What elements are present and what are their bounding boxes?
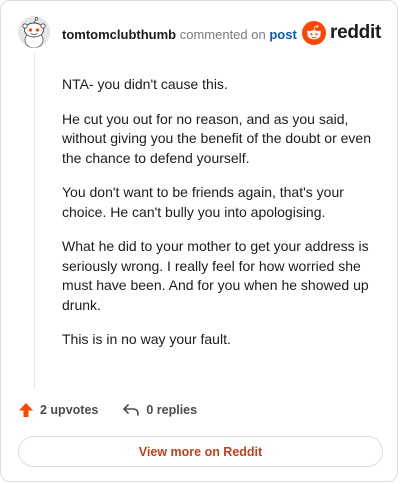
post-link[interactable]: post [269,27,296,42]
upvote-arrow-icon [19,403,33,417]
comment-paragraph: You don't want to be friends again, that… [62,184,344,220]
username-link[interactable]: tomtomclubthumb [62,27,176,42]
comment-embed-card: tomtomclubthumb commented on post reddit… [0,0,398,482]
reddit-snoo-icon [302,21,327,45]
comment-paragraph: What he did to your mother to get your a… [62,238,369,313]
thread-line[interactable] [34,53,35,389]
snoo-avatar-icon [18,16,50,48]
comment-paragraph: NTA- you didn't cause this. [62,76,228,92]
upvote-button[interactable]: 2 upvotes [18,402,98,418]
user-avatar[interactable] [18,16,50,48]
action-text: commented on [179,27,266,42]
view-more-button[interactable]: View more on Reddit [18,436,383,467]
reply-count: 0 replies [146,403,198,417]
reddit-logo[interactable]: reddit [302,21,381,45]
comment-actions: 2 upvotes 0 replies [18,402,221,418]
upvote-count: 2 upvotes [40,403,99,417]
comment-paragraph: He cut you out for no reason, and as you… [62,110,371,166]
comment-body: NTA- you didn't cause this. He cut you o… [62,75,378,365]
reddit-wordmark: reddit [330,22,381,43]
reply-button[interactable]: 0 replies [122,402,197,418]
comment-header: tomtomclubthumb commented on post [62,27,297,42]
reply-arrow-icon [123,404,140,416]
comment-paragraph: This is in no way your fault. [62,331,231,347]
